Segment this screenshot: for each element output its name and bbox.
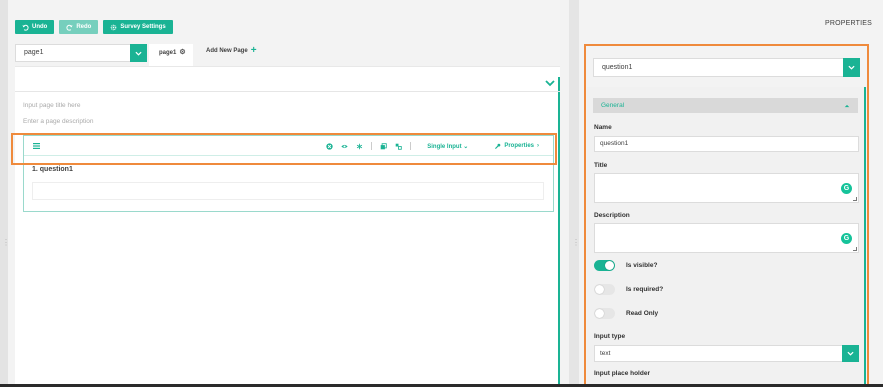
- page-selector-dropdown-button[interactable]: [130, 44, 147, 62]
- surface-accent-edge: [558, 77, 560, 387]
- is-required-label: Is required?: [626, 286, 664, 293]
- chevron-down-icon: [848, 65, 855, 70]
- add-new-page-button[interactable]: Add New Page +: [206, 45, 257, 56]
- gutter-grip-icon[interactable]: ⋮: [2, 239, 10, 250]
- collapse-chevron-icon[interactable]: [545, 79, 555, 87]
- undo-icon: [22, 24, 29, 31]
- question-properties-button[interactable]: Properties ›: [494, 143, 539, 150]
- resize-handle-icon[interactable]: [853, 247, 857, 251]
- toggle-knob: [595, 285, 604, 294]
- object-selector-dropdown-button[interactable]: [843, 58, 860, 77]
- toggle-knob: [595, 309, 604, 318]
- chevron-right-icon: ›: [537, 143, 539, 149]
- copy-icon[interactable]: [380, 142, 387, 150]
- general-group-label: General: [601, 102, 625, 109]
- read-only-row: Read Only: [594, 308, 658, 319]
- undo-label: Undo: [32, 24, 48, 30]
- properties-header: PROPERTIES: [825, 20, 872, 27]
- read-only-toggle[interactable]: [594, 308, 615, 319]
- chevron-down-icon: [847, 351, 854, 356]
- is-visible-toggle[interactable]: [594, 260, 615, 271]
- name-field[interactable]: question1: [594, 136, 859, 152]
- redo-button[interactable]: Redo: [59, 20, 99, 34]
- title-field[interactable]: G: [594, 173, 859, 203]
- add-new-page-label: Add New Page: [206, 48, 248, 54]
- description-field[interactable]: G: [594, 223, 859, 253]
- input-placeholder-label: Input place holder: [594, 370, 650, 377]
- undo-button[interactable]: Undo: [15, 20, 55, 34]
- redo-label: Redo: [76, 24, 92, 30]
- is-required-row: Is required?: [594, 284, 663, 295]
- title-label: Title: [594, 162, 608, 169]
- redo-icon: [66, 24, 73, 31]
- panel-splitter[interactable]: ⋮: [569, 0, 580, 387]
- page-title-input[interactable]: Input page title here: [23, 102, 80, 109]
- survey-editor: ⋮ Undo Redo Survey Settings page1 page1 …: [0, 0, 883, 387]
- gear-icon: [111, 24, 117, 30]
- question-card[interactable]: Single Input ⌄ Properties › 1. question1: [23, 135, 554, 212]
- drag-handle-icon[interactable]: [33, 143, 40, 149]
- properties-body: General Name question1 Title G Descripti…: [587, 87, 866, 387]
- toggle-knob: [605, 261, 614, 270]
- grammarly-icon[interactable]: G: [841, 233, 852, 244]
- page-settings-gear-icon[interactable]: ⚙: [179, 44, 185, 66]
- question-actions: Single Input ⌄ Properties ›: [326, 136, 539, 156]
- question-title[interactable]: 1. question1: [32, 166, 73, 173]
- is-required-toggle[interactable]: [594, 284, 615, 295]
- resize-handle-icon[interactable]: [853, 197, 857, 201]
- tab-page1[interactable]: page1 ⚙: [149, 44, 193, 66]
- question-properties-label: Properties: [504, 143, 534, 149]
- editor-toolbar: Undo Redo Survey Settings: [15, 20, 173, 34]
- survey-settings-button[interactable]: Survey Settings: [103, 20, 173, 34]
- input-type-value: text: [600, 350, 611, 357]
- page-selector-value: page1: [24, 49, 44, 56]
- is-visible-label: Is visible?: [626, 262, 658, 269]
- input-type-label: Input type: [594, 333, 626, 340]
- name-label: Name: [594, 124, 612, 131]
- question-type-dropdown[interactable]: Single Input ⌄: [427, 143, 468, 150]
- plus-icon: +: [250, 45, 257, 56]
- read-only-label: Read Only: [626, 310, 659, 317]
- separator: [371, 142, 373, 150]
- delete-icon[interactable]: [326, 142, 333, 150]
- add-to-toolbox-icon[interactable]: [395, 143, 402, 150]
- design-surface: Input page title here Enter a page descr…: [15, 66, 560, 387]
- question-type-label: Single Input: [427, 143, 462, 150]
- required-asterisk-icon[interactable]: [356, 143, 363, 150]
- left-gutter: ⋮: [0, 0, 10, 387]
- splitter-grip-icon[interactable]: ⋮: [572, 239, 580, 247]
- divider: [15, 91, 560, 92]
- input-type-select[interactable]: text: [594, 345, 859, 362]
- question-toolbar: Single Input ⌄ Properties ›: [24, 136, 553, 156]
- object-selector[interactable]: question1: [593, 58, 860, 77]
- input-type-dropdown-button[interactable]: [842, 345, 859, 362]
- survey-settings-label: Survey Settings: [120, 24, 166, 30]
- properties-panel-highlight: question1 General Name question1 Title G…: [584, 44, 869, 387]
- page-description-input[interactable]: Enter a page description: [23, 118, 93, 125]
- eye-icon[interactable]: [341, 143, 348, 150]
- wrench-icon: [495, 143, 501, 149]
- is-visible-row: Is visible?: [594, 260, 657, 271]
- chevron-down-icon: [135, 51, 142, 56]
- question-answer-input[interactable]: [32, 182, 544, 200]
- description-label: Description: [594, 212, 630, 219]
- chevron-up-icon: [844, 98, 852, 113]
- grammarly-icon[interactable]: G: [841, 183, 852, 194]
- tab-page1-label: page1: [159, 50, 177, 56]
- object-selector-value: question1: [602, 64, 633, 71]
- general-group-header[interactable]: General: [593, 98, 858, 113]
- page-selector[interactable]: page1: [15, 44, 147, 62]
- separator: [410, 142, 412, 150]
